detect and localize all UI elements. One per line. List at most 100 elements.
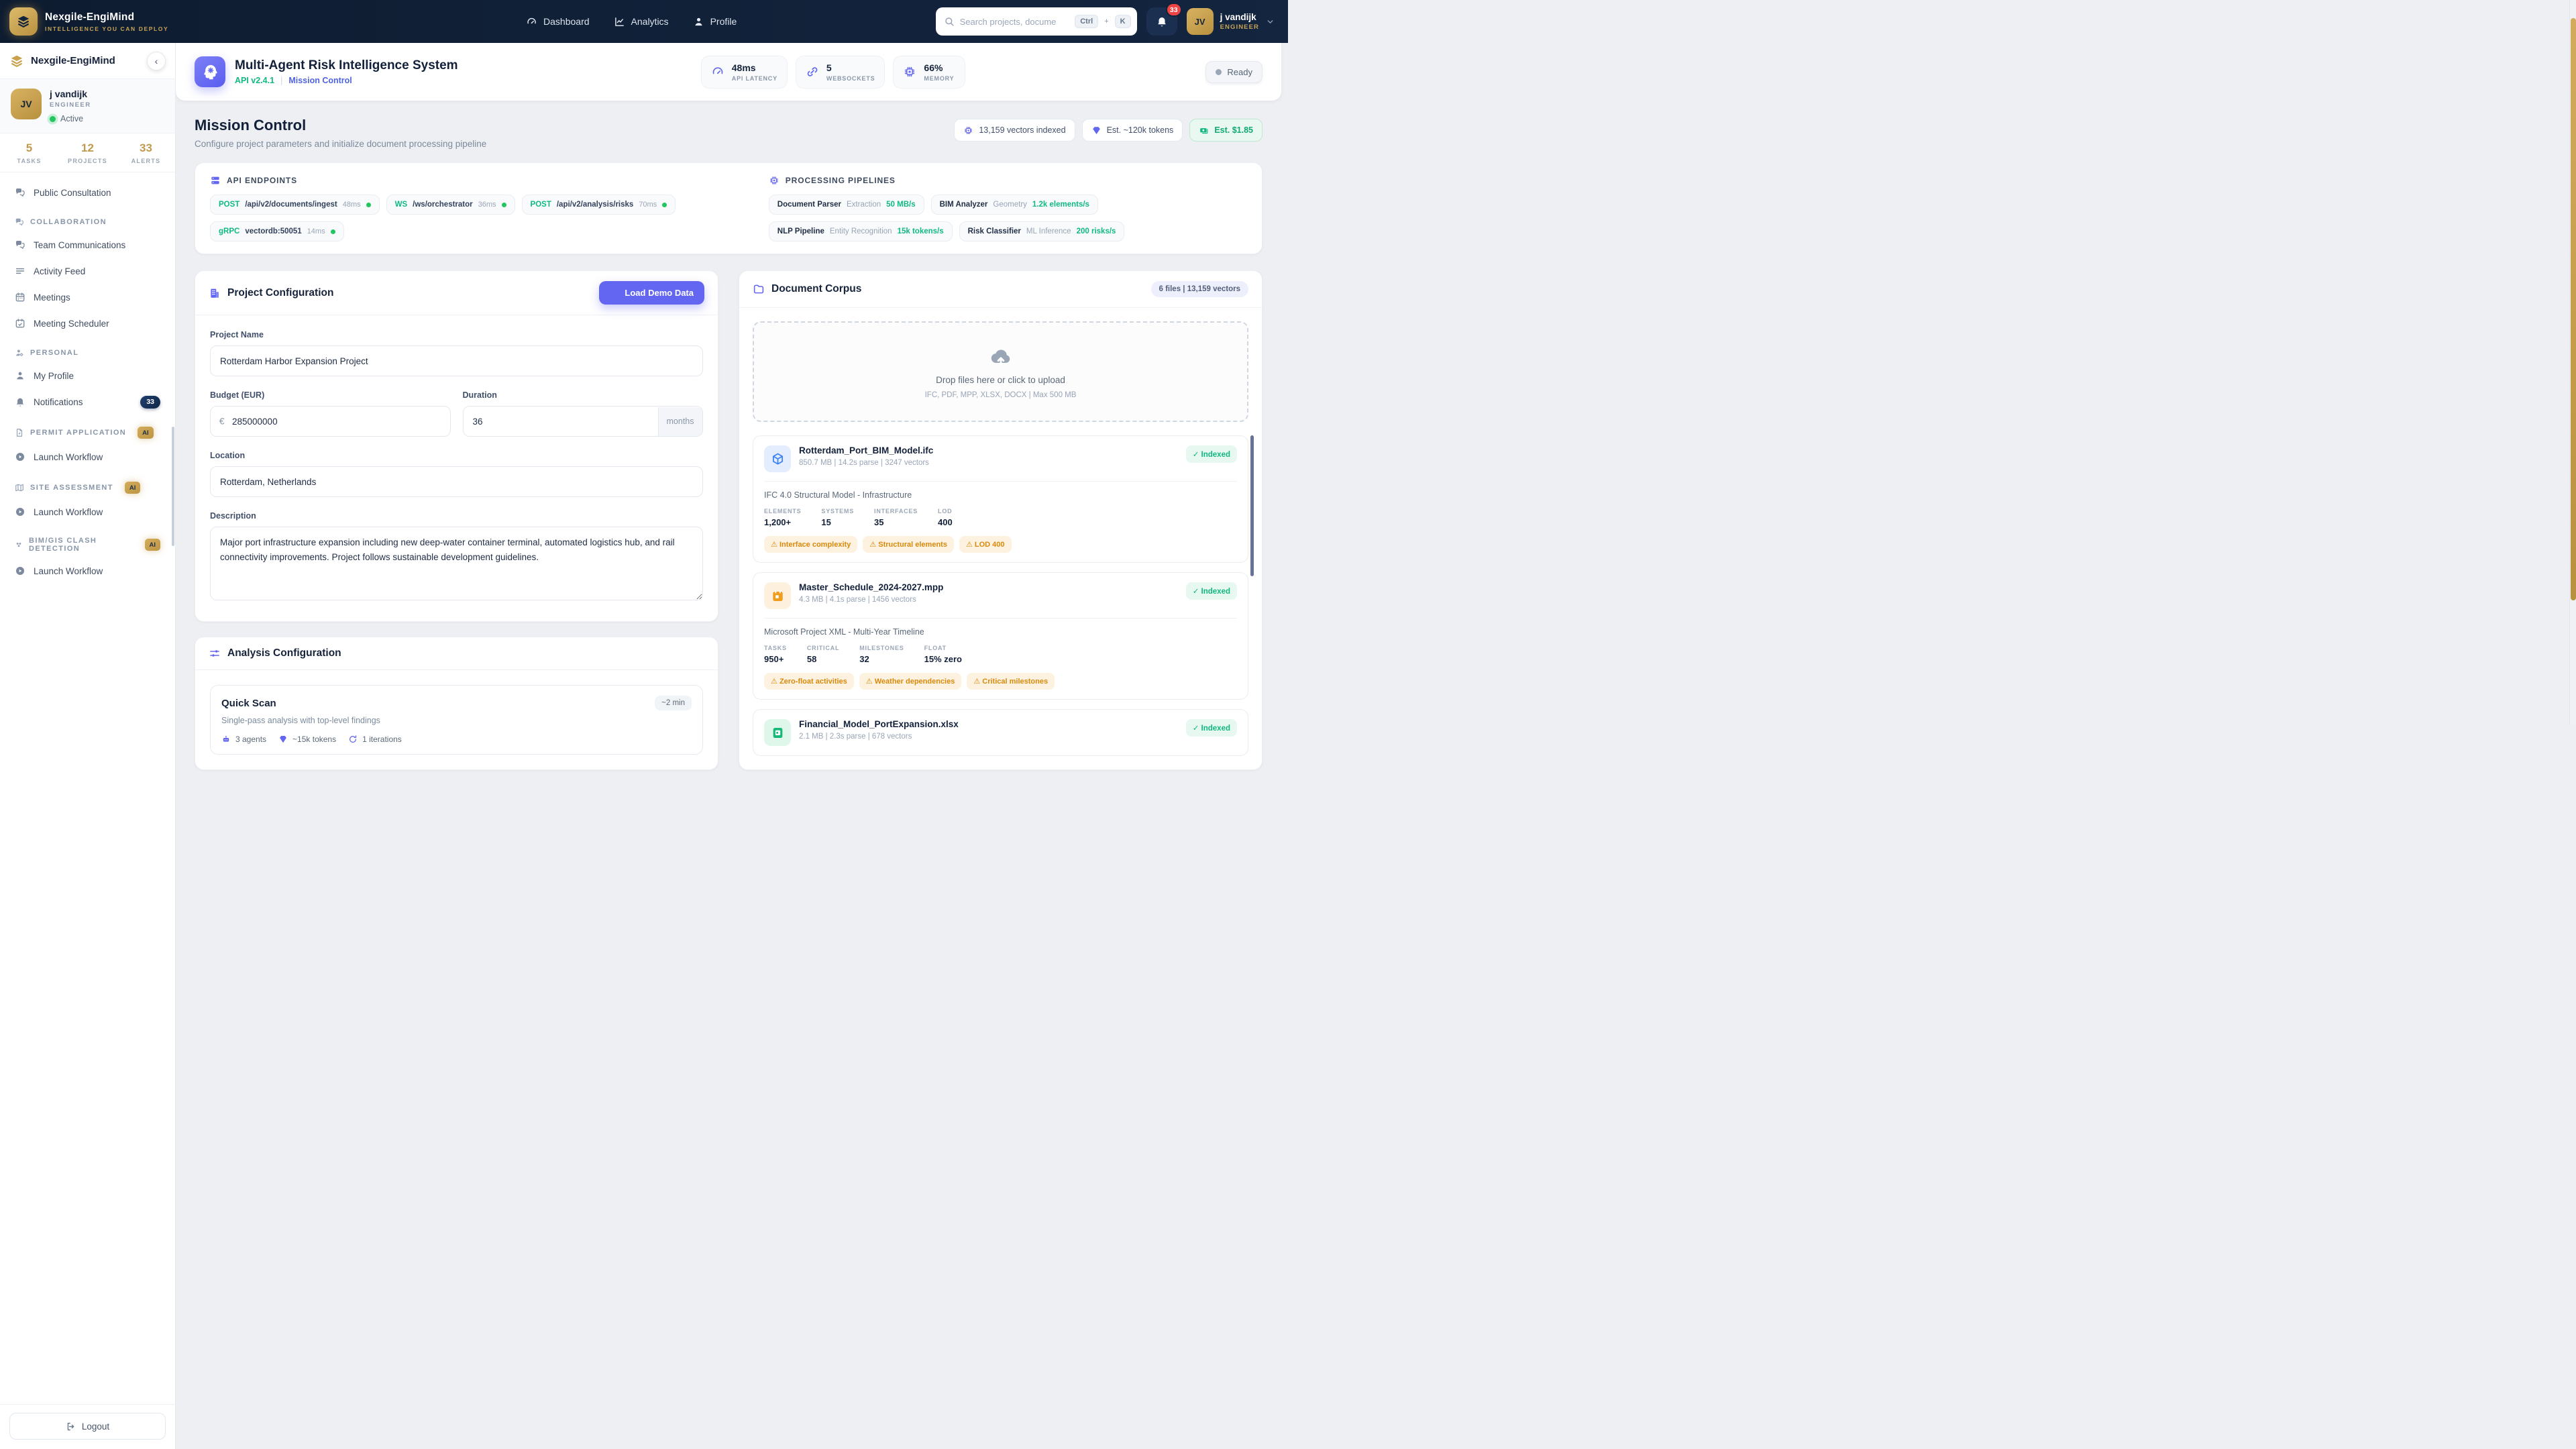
sidebar-item-meetings[interactable]: Meetings bbox=[8, 285, 167, 309]
brand: Nexgile-EngiMind INTELLIGENCE YOU CAN DE… bbox=[9, 7, 168, 36]
sidebar-item-activity-feed[interactable]: Activity Feed bbox=[8, 259, 167, 283]
nav-item-profile[interactable]: Profile bbox=[693, 16, 737, 28]
stat-label: ELEMENTS bbox=[764, 508, 802, 515]
sidebar-item-label: Activity Feed bbox=[34, 266, 86, 276]
app-header: Multi-Agent Risk Intelligence System API… bbox=[176, 43, 1281, 101]
building-icon bbox=[210, 288, 219, 298]
sidebar-brand: Nexgile-EngiMind bbox=[31, 55, 115, 66]
notification-count-badge: 33 bbox=[1165, 3, 1182, 17]
project-name-input[interactable] bbox=[210, 345, 703, 376]
project-name-label: Project Name bbox=[210, 330, 264, 339]
kbd-plus: + bbox=[1104, 17, 1109, 25]
stat-tasks-value: 5 bbox=[25, 142, 33, 154]
pipeline-name: Risk Classifier bbox=[967, 227, 1021, 235]
endpoint-path: /ws/orchestrator bbox=[413, 201, 473, 209]
sidebar-item-label: Public Consultation bbox=[34, 187, 111, 198]
dropzone-formats: IFC, PDF, MPP, XLSX, DOCX | Max 500 MB bbox=[924, 391, 1077, 399]
sidebar-menu: Public Consultation COLLABORATION Team C… bbox=[0, 172, 175, 1404]
budget-input[interactable] bbox=[210, 406, 451, 437]
sidebar-collapse-button[interactable]: ‹ bbox=[147, 51, 166, 70]
file-subtitle: Microsoft Project XML - Multi-Year Timel… bbox=[764, 627, 924, 637]
breadcrumb-mission-control[interactable]: Mission Control bbox=[288, 76, 352, 85]
metric-value: 5 bbox=[826, 62, 832, 73]
brand-logo bbox=[9, 7, 38, 36]
endpoint-latency: 48ms bbox=[342, 201, 361, 209]
brand-title: Nexgile-EngiMind bbox=[45, 11, 135, 23]
sidebar-item-team-communications[interactable]: Team Communications bbox=[8, 233, 167, 257]
notifications-button[interactable]: 33 bbox=[1146, 3, 1182, 36]
stat-value: 950+ bbox=[764, 654, 784, 664]
warning-chip: ⚠ LOD 400 bbox=[959, 536, 1012, 553]
warning-label: LOD 400 bbox=[974, 541, 1005, 549]
indexed-badge: ✓ Indexed bbox=[1185, 719, 1237, 737]
endpoint-risks: POST /api/v2/analysis/risks 70ms bbox=[521, 195, 676, 215]
file-card-bim-model[interactable]: Rotterdam_Port_BIM_Model.ifc 850.7 MB | … bbox=[753, 435, 1248, 563]
head-gear-icon bbox=[203, 64, 218, 80]
stat-projects-label: PROJECTS bbox=[68, 158, 107, 164]
sidebar-item-launch-workflow-permit[interactable]: Launch Workflow bbox=[8, 445, 167, 469]
sidebar-item-label: Notifications bbox=[34, 396, 83, 407]
search-input[interactable] bbox=[959, 16, 1070, 27]
section-site-assessment: SITE ASSESSMENT AI bbox=[8, 482, 167, 494]
location-input[interactable] bbox=[210, 466, 703, 497]
nav-item-dashboard[interactable]: Dashboard bbox=[526, 16, 590, 28]
analysis-mode-quick-scan[interactable]: Quick Scan ~2 min Single-pass analysis w… bbox=[210, 685, 703, 755]
chip-icon bbox=[905, 66, 915, 77]
chat-icon bbox=[15, 188, 25, 197]
sidebar-item-public-consultation[interactable]: Public Consultation bbox=[8, 180, 167, 205]
nav-item-analytics[interactable]: Analytics bbox=[614, 16, 669, 28]
mode-iterations: 1 iterations bbox=[348, 735, 402, 744]
global-search[interactable]: Ctrl + K bbox=[935, 7, 1137, 36]
server-icon bbox=[211, 176, 219, 184]
metric-label: API LATENCY bbox=[731, 74, 777, 82]
stat-label: SYSTEMS bbox=[821, 508, 855, 515]
cash-icon bbox=[1199, 127, 1208, 133]
sidebar-item-my-profile[interactable]: My Profile bbox=[8, 364, 167, 388]
page-scrollbar-thumb[interactable] bbox=[2571, 18, 2576, 600]
sidebar: Nexgile-EngiMind ‹ JV j vandijk ENGINEER… bbox=[0, 43, 176, 1449]
description-textarea[interactable]: Major port infrastructure expansion incl… bbox=[210, 527, 703, 600]
file-card-master-schedule[interactable]: Master_Schedule_2024-2027.mpp 4.3 MB | 4… bbox=[753, 572, 1248, 700]
play-circle-icon bbox=[16, 567, 24, 575]
user-status: Active bbox=[60, 114, 84, 123]
file-dropzone[interactable]: Drop files here or click to upload IFC, … bbox=[753, 321, 1248, 422]
sidebar-item-launch-workflow-bim[interactable]: Launch Workflow bbox=[8, 559, 167, 583]
pipeline-document-parser: Document Parser Extraction 50 MB/s bbox=[768, 195, 924, 215]
sidebar-item-launch-workflow-site[interactable]: Launch Workflow bbox=[8, 500, 167, 524]
sidebar-user-card: JV j vandijk ENGINEER Active bbox=[0, 79, 175, 133]
load-demo-data-button[interactable]: Load Demo Data bbox=[599, 281, 704, 305]
pipeline-name: Document Parser bbox=[777, 201, 842, 209]
chip-label: Est. ~120k tokens bbox=[1106, 125, 1174, 135]
sidebar-item-notifications[interactable]: Notifications 33 bbox=[8, 390, 167, 414]
calendar-icon bbox=[15, 292, 25, 302]
endpoint-path: /api/v2/documents/ingest bbox=[245, 201, 337, 209]
corpus-count-badge: 6 files | 13,159 vectors bbox=[1150, 281, 1248, 297]
section-title: PROCESSING PIPELINES bbox=[785, 176, 896, 185]
file-card-financial-model[interactable]: Financial_Model_PortExpansion.xlsx 2.1 M… bbox=[753, 709, 1248, 756]
section-collaboration: COLLABORATION bbox=[8, 217, 167, 227]
online-dot bbox=[330, 229, 335, 234]
status-text: Indexed bbox=[1201, 588, 1230, 596]
play-circle-icon bbox=[16, 508, 24, 516]
sidebar-scrollbar-thumb[interactable] bbox=[172, 427, 174, 546]
indexed-badge: ✓ Indexed bbox=[1185, 445, 1237, 463]
endpoint-path: /api/v2/analysis/risks bbox=[556, 201, 634, 209]
endpoint-latency: 70ms bbox=[639, 201, 657, 209]
page-title: Mission Control bbox=[195, 117, 307, 133]
pipeline-type: Extraction bbox=[847, 201, 881, 209]
file-name: Master_Schedule_2024-2027.mpp bbox=[799, 582, 944, 592]
pipeline-rate: 200 risks/s bbox=[1076, 227, 1116, 235]
logout-button[interactable]: Logout bbox=[9, 1413, 166, 1440]
warning-icon: ⚠ bbox=[973, 678, 981, 686]
ai-badge: AI bbox=[144, 539, 160, 551]
play-circle-icon bbox=[16, 453, 24, 461]
user-menu[interactable]: JV j vandijk ENGINEER bbox=[1186, 8, 1275, 35]
stat-alerts-value: 33 bbox=[140, 142, 152, 154]
sliders-icon bbox=[210, 649, 219, 657]
file-list-scrollbar-thumb[interactable] bbox=[1250, 435, 1254, 576]
page-subtitle: Configure project parameters and initial… bbox=[195, 139, 487, 149]
status-dot bbox=[50, 115, 56, 122]
page-scrollbar[interactable] bbox=[2569, 0, 2576, 724]
sidebar-item-meeting-scheduler[interactable]: Meeting Scheduler bbox=[8, 311, 167, 335]
indexed-badge: ✓ Indexed bbox=[1185, 582, 1237, 600]
